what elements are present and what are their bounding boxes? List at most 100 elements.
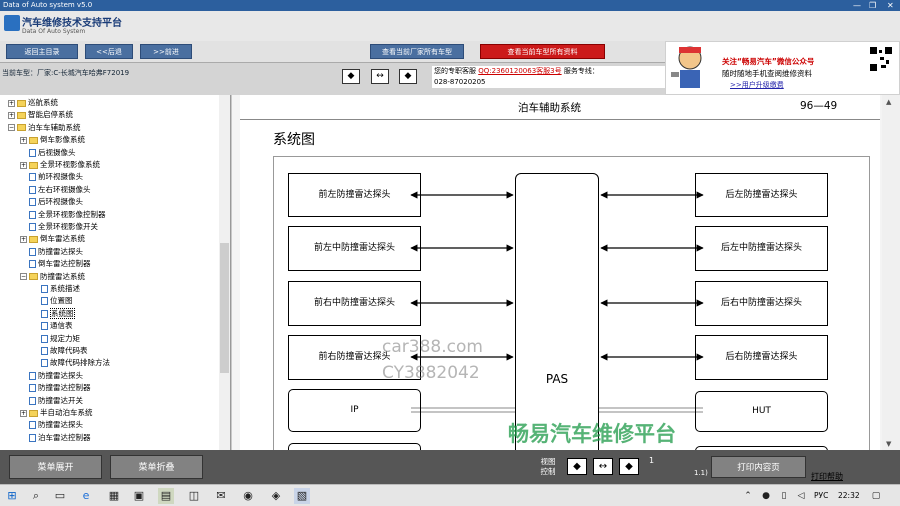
upgrade-link[interactable]: >>用户升级缴费: [730, 80, 784, 90]
folder-icon: [29, 235, 38, 243]
tree-item[interactable]: 前环视摄像头: [20, 171, 83, 183]
edge-icon[interactable]: e: [78, 488, 94, 504]
tree-item[interactable]: + 智能启停系统: [8, 109, 73, 121]
tree-item-label: 防撞雷达控制器: [38, 383, 91, 393]
sidebar-scroll-thumb[interactable]: [220, 243, 229, 373]
view-manufacturer-models-button[interactable]: 查看当前厂家所有车型: [370, 44, 464, 59]
tree-item[interactable]: + 巡航系统: [8, 97, 58, 109]
tree-item[interactable]: 全景环视影像控制器: [20, 209, 106, 221]
expand-icon[interactable]: +: [20, 235, 27, 243]
tree-item[interactable]: + 倒车雷达系统: [20, 233, 85, 245]
next-button[interactable]: >>前进: [140, 44, 192, 59]
tree-item[interactable]: 全景环视影像开关: [20, 221, 98, 233]
expand-icon[interactable]: +: [20, 136, 27, 144]
tree-item[interactable]: 故障代码表: [32, 345, 88, 357]
tree-item-label: 全景环视影像开关: [38, 222, 98, 231]
tree-item[interactable]: 系统描述: [32, 283, 80, 295]
search-icon[interactable]: ⌕: [28, 488, 44, 504]
tree-item[interactable]: + 半自动泊车系统: [20, 407, 93, 419]
task-view-icon[interactable]: ▭: [52, 488, 68, 504]
sensor-box: 前左中防撞雷达探头: [288, 226, 421, 271]
tree-item[interactable]: 倒车雷达控制器: [20, 258, 91, 270]
document-icon: [29, 421, 36, 430]
network-icon[interactable]: ▯: [776, 488, 792, 504]
minimize-button[interactable]: —: [853, 0, 861, 11]
view-actual-icon[interactable]: ◆: [619, 458, 639, 475]
document-icon: [29, 198, 36, 207]
qq-link[interactable]: QQ:2360120063: [478, 67, 536, 75]
fit-page-icon[interactable]: ◆: [342, 69, 360, 84]
expand-icon[interactable]: +: [20, 409, 27, 417]
tree-item[interactable]: + 全景环视影像系统: [20, 159, 100, 171]
tree-item[interactable]: 防撞雷达探头: [20, 419, 83, 431]
actual-size-icon[interactable]: ◆: [399, 69, 417, 84]
folder-icon: [17, 99, 26, 107]
print-page-button[interactable]: 打印内容页: [711, 456, 806, 478]
menu-expand-button[interactable]: 菜单展开: [9, 455, 102, 479]
expand-icon[interactable]: +: [20, 161, 27, 169]
close-button[interactable]: ✕: [887, 0, 894, 11]
tree-item[interactable]: 防撞雷达控制器: [20, 382, 91, 394]
sidebar-scrollbar[interactable]: [219, 95, 230, 450]
app-icon[interactable]: ▣: [131, 488, 147, 504]
maximize-button[interactable]: ❐: [869, 0, 876, 11]
view-fit-width-icon[interactable]: ↔: [593, 458, 613, 475]
notification-icon[interactable]: ▢: [868, 488, 884, 504]
document-icon: [41, 285, 48, 293]
tree-item[interactable]: 防撞雷达探头: [20, 246, 83, 258]
tree-item[interactable]: 位置图: [32, 295, 73, 307]
expand-icon[interactable]: +: [8, 99, 15, 107]
browser-icon[interactable]: ◈: [268, 488, 284, 504]
tree-item-label: 防撞雷达探头: [38, 370, 83, 380]
document-page: 泊车辅助系统 96—49 系统图 前左防撞雷达探头 前左中防撞雷达探头 前右中防…: [240, 95, 880, 450]
tree-item[interactable]: 后视摄像头: [20, 147, 76, 159]
document-icon: [29, 210, 36, 219]
windows-start-icon[interactable]: ⊞: [4, 488, 20, 504]
fit-width-icon[interactable]: ↔: [371, 69, 389, 84]
tree-item[interactable]: − 泊车车辅助系统: [8, 122, 81, 134]
scroll-down-icon[interactable]: ▼: [886, 440, 891, 448]
store-icon[interactable]: ◫: [186, 488, 202, 504]
mail-icon[interactable]: ✉: [213, 488, 229, 504]
content-scrollbar[interactable]: ▲ ▼: [882, 95, 900, 450]
back-main-button[interactable]: 返回主目录: [6, 44, 78, 59]
collapse-icon[interactable]: −: [20, 273, 27, 281]
tree-item[interactable]: 通信表: [32, 320, 73, 332]
tree-item[interactable]: 防撞雷达开关: [20, 395, 83, 407]
tree-item[interactable]: + 倒车影像系统: [20, 134, 85, 146]
tree-item[interactable]: − 防撞雷达系统: [20, 271, 85, 283]
collapse-icon[interactable]: −: [8, 124, 15, 132]
tree-item[interactable]: 后环视摄像头: [20, 196, 83, 208]
tree-item[interactable]: 左右环视摄像头: [20, 184, 91, 196]
volume-icon[interactable]: ◁: [793, 488, 809, 504]
tree-item[interactable]: 泊车雷达控制器: [20, 432, 91, 444]
tree-item[interactable]: 故障代码排除方法: [32, 357, 110, 369]
print-help-link[interactable]: 打印帮助: [811, 471, 843, 482]
agent-link[interactable]: 客服3号: [536, 67, 561, 75]
menu-collapse-button[interactable]: 菜单折叠: [110, 455, 203, 479]
tree-item-label: 位置图: [50, 296, 73, 306]
pas-module: PAS: [515, 173, 599, 450]
prev-button[interactable]: <<后退: [85, 44, 133, 59]
tree-item[interactable]: 防撞雷达探头: [20, 370, 83, 382]
tray-app-icon[interactable]: ●: [758, 488, 774, 504]
active-app-icon[interactable]: ▧: [294, 488, 310, 504]
tray-chevron-icon[interactable]: ⌃: [740, 488, 756, 504]
language-indicator[interactable]: РУС: [814, 491, 828, 500]
calculator-icon[interactable]: ▦: [106, 488, 122, 504]
tree-item-label: 全景环视影像控制器: [38, 209, 106, 219]
tree-item[interactable]: 系统图: [32, 307, 75, 320]
module-box: [288, 443, 421, 450]
tree-item-label: 巡航系统: [28, 98, 58, 107]
media-icon[interactable]: ◉: [240, 488, 256, 504]
tree-item-label: 倒车雷达系统: [40, 234, 85, 244]
tree-item-label: 左右环视摄像头: [38, 184, 91, 194]
tree-item[interactable]: 规定力矩: [32, 333, 80, 345]
view-fit-page-icon[interactable]: ◆: [567, 458, 587, 475]
view-model-data-button[interactable]: 查看当前车型所有资料: [480, 44, 605, 59]
expand-icon[interactable]: +: [8, 111, 15, 119]
scroll-up-icon[interactable]: ▲: [886, 98, 891, 106]
clock[interactable]: 22:32: [838, 491, 860, 500]
file-explorer-icon[interactable]: ▤: [158, 488, 174, 504]
ad-line-2: 随时随地手机查阅维修资料: [722, 69, 812, 78]
